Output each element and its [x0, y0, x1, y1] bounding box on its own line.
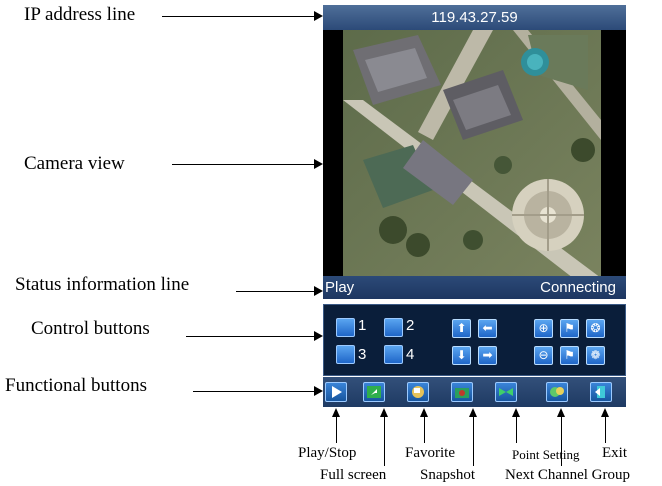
channel-4-label: 4: [406, 346, 415, 363]
favorite-label: Favorite: [405, 445, 455, 461]
iris-close-button[interactable]: ❁: [586, 346, 605, 365]
focus-far-icon: ⚑: [564, 321, 575, 335]
functional-buttons-label: Functional buttons: [5, 375, 147, 396]
status-connection: Connecting: [540, 279, 616, 296]
channel-1-button[interactable]: [336, 318, 355, 337]
ptz-right-button[interactable]: ➡: [478, 346, 497, 365]
favorite-button[interactable]: [407, 382, 429, 402]
arrow-up-icon: ⬆: [456, 321, 467, 335]
snapshot-label: Snapshot: [420, 467, 476, 483]
control-buttons-arrowhead: [314, 331, 323, 341]
iris-open-button[interactable]: ❂: [586, 319, 605, 338]
iris-open-icon: ❂: [590, 321, 601, 335]
ptz-down-button[interactable]: ⬇: [452, 346, 471, 365]
zoom-in-icon: ⊕: [538, 321, 549, 335]
control-buttons-arrow: [186, 336, 315, 337]
camera-icon: [455, 388, 469, 398]
point-setting-pointer: [516, 416, 517, 443]
play-stop-label: Play/Stop: [298, 445, 357, 461]
ip-address-bar: 119.43.27.59: [323, 5, 626, 30]
channel-1-label: 1: [358, 317, 367, 334]
favorite-icon: [412, 386, 424, 398]
snapshot-button[interactable]: [451, 382, 473, 402]
status-information-line-label: Status information line: [15, 274, 190, 295]
next-channel-group-label: Next Channel Group: [505, 467, 630, 483]
point-setting-icon: [499, 388, 513, 396]
play-icon: [332, 386, 342, 398]
next-channel-pointer-head: [557, 408, 565, 417]
status-line-arrowhead: [314, 286, 323, 296]
ip-address-line-arrow: [162, 16, 315, 17]
exit-pointer: [605, 416, 606, 443]
functional-buttons-arrowhead: [314, 386, 323, 396]
arrow-left-icon: ⬅: [482, 321, 493, 335]
zoom-in-button[interactable]: ⊕: [534, 319, 553, 338]
ptz-left-button[interactable]: ⬅: [478, 319, 497, 338]
functional-buttons-bar: [323, 377, 626, 407]
iris-close-icon: ❁: [590, 348, 601, 362]
ptz-up-button[interactable]: ⬆: [452, 319, 471, 338]
status-line-arrow: [236, 291, 315, 292]
full-screen-button[interactable]: [363, 382, 385, 402]
camera-view[interactable]: [323, 30, 626, 278]
point-setting-button[interactable]: [495, 382, 517, 402]
ip-address-line-arrowhead: [314, 11, 323, 21]
focus-near-button[interactable]: ⚑: [560, 346, 579, 365]
favorite-pointer-head: [420, 408, 428, 417]
zoom-out-icon: ⊖: [538, 348, 549, 362]
snapshot-pointer-head: [469, 408, 477, 417]
point-setting-pointer-head: [512, 408, 520, 417]
play-stop-pointer: [336, 416, 337, 443]
camera-view-arrow: [172, 164, 315, 165]
zoom-out-button[interactable]: ⊖: [534, 346, 553, 365]
snapshot-pointer: [473, 416, 474, 466]
status-mode: Play: [325, 279, 355, 296]
arrow-down-icon: ⬇: [456, 348, 467, 362]
channel-3-label: 3: [358, 346, 367, 363]
exit-button[interactable]: [590, 382, 612, 402]
aerial-camera-image: [323, 30, 626, 278]
favorite-pointer: [424, 416, 425, 443]
camera-view-arrowhead: [314, 159, 323, 169]
exit-label: Exit: [602, 445, 627, 461]
play-stop-button[interactable]: [325, 382, 347, 402]
arrow-right-icon: ➡: [482, 348, 493, 362]
exit-icon: [595, 386, 605, 398]
full-screen-pointer-head: [380, 408, 388, 417]
channel-2-label: 2: [406, 317, 415, 334]
channel-4-button[interactable]: [384, 345, 403, 364]
full-screen-label: Full screen: [320, 467, 387, 483]
point-setting-label: Point Setting: [512, 447, 580, 462]
next-channel-group-button[interactable]: [546, 382, 568, 402]
focus-far-button[interactable]: ⚑: [560, 319, 579, 338]
focus-near-icon: ⚑: [564, 348, 575, 362]
next-channel-icon: [550, 387, 564, 397]
ip-address-line-label: IP address line: [24, 4, 136, 25]
fullscreen-icon: [367, 386, 381, 398]
functional-buttons-arrow: [193, 391, 315, 392]
control-buttons-panel: 1 2 3 4 ⬆ ⬅ ⬇ ➡ ⊕ ⚑ ❂ ⊖ ⚑ ❁: [323, 304, 626, 376]
full-screen-pointer: [384, 416, 385, 466]
channel-3-button[interactable]: [336, 345, 355, 364]
exit-pointer-head: [601, 408, 609, 417]
camera-view-label: Camera view: [24, 153, 125, 174]
play-stop-pointer-head: [332, 408, 340, 417]
status-information-bar: Play Connecting: [323, 276, 626, 299]
control-buttons-label: Control buttons: [31, 318, 150, 339]
channel-2-button[interactable]: [384, 318, 403, 337]
